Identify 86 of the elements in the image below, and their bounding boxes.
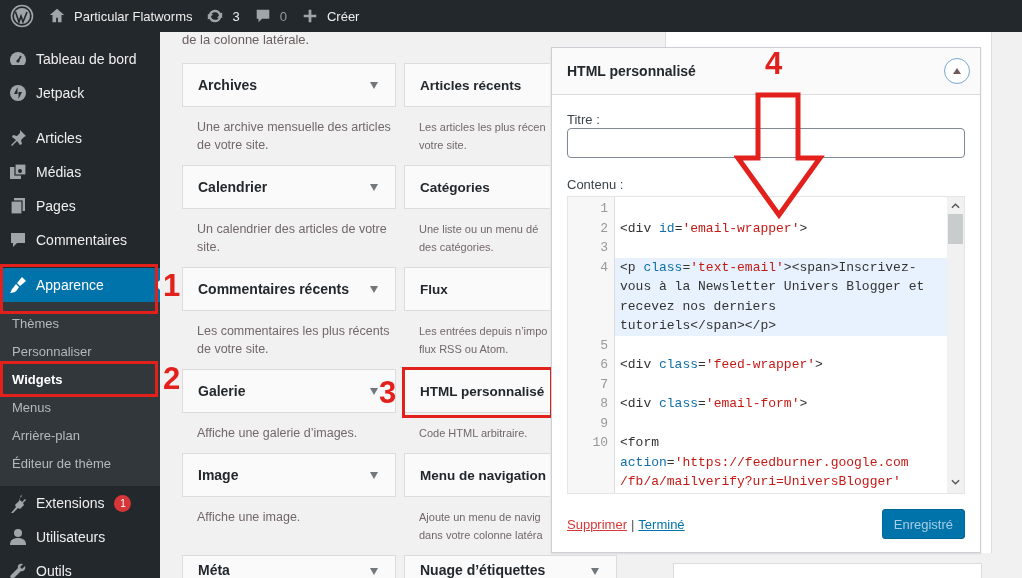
bolt-circle-icon [8, 83, 28, 103]
code-line: <div class='feed-wrapper'> [619, 356, 824, 374]
done-link[interactable]: Terminé [638, 516, 685, 532]
intro-text: de la colonne latérale. [182, 32, 311, 48]
line-number: 5 [599, 336, 609, 355]
pages-icon [8, 196, 28, 216]
field-label: Titre : [567, 112, 601, 128]
widget-card[interactable]: Méta [182, 555, 396, 578]
separator-text: | [630, 516, 635, 532]
widget-description: Une liste ou un menu dé des catégories. [418, 222, 540, 255]
widget-description: Une archive mensuelle des articles de votre site. [196, 119, 392, 154]
line-number: 4 [599, 258, 609, 277]
delete-link[interactable]: Supprimer [567, 516, 627, 532]
menu-item[interactable]: Jetpack [0, 76, 160, 110]
plug-icon [8, 493, 28, 513]
menu-item[interactable]: Tableau de bord [0, 42, 160, 76]
title-input[interactable] [567, 128, 965, 158]
menu-item[interactable]: Commentaires [0, 223, 160, 257]
annotation-number: 2 [163, 363, 181, 395]
annotation-number: 4 [765, 48, 783, 80]
menu-item[interactable]: Apparence [0, 268, 160, 302]
widget-card[interactable]: Archives [182, 63, 396, 107]
widget-description: Ajoute un menu de navig dans votre colonne latéra [418, 510, 544, 543]
refresh-icon [206, 7, 225, 25]
menu-item[interactable]: Utilisateurs [0, 520, 160, 554]
line-number: 1 [599, 200, 609, 218]
widget-card[interactable]: Image [182, 453, 396, 497]
collapse-button[interactable] [944, 58, 970, 84]
user-icon [8, 527, 28, 547]
code-line: <div id='email-wrapper'> [619, 219, 809, 238]
widget-card[interactable]: Menu de navigation [404, 453, 550, 497]
comments-link[interactable]: 0 [253, 7, 287, 25]
widget-description: Code HTML arbitraire. [418, 426, 529, 441]
chevron-up-icon[interactable] [951, 203, 960, 209]
submenu-item[interactable]: Thèmes [0, 309, 160, 337]
widget-description: Les commentaires les plus récents de votre site. [196, 323, 391, 358]
scrollbar-thumb[interactable] [948, 214, 963, 244]
widget-card[interactable]: HTML personnalisé [404, 369, 550, 413]
line-number: 2 [599, 219, 609, 238]
field-label: Contenu : [567, 177, 625, 193]
widget-card[interactable]: Calendrier [182, 165, 396, 209]
line-number: 7 [599, 375, 609, 394]
line-number: 8 [599, 395, 609, 413]
menu-item[interactable]: Extensions 1 [0, 486, 160, 520]
code-line: <form action='https://feedburner.google.com /fb/a/mailverify?uri=UniversBlogger' [619, 434, 910, 491]
updates-link[interactable]: 3 [206, 7, 240, 25]
line-number: 9 [599, 414, 609, 433]
line-number: 6 [599, 356, 609, 374]
count-badge: 1 [114, 494, 132, 512]
submenu-item[interactable]: Personnaliser [0, 337, 160, 365]
code-editor[interactable] [567, 196, 965, 494]
site-link[interactable]: Particular Flatworms [48, 7, 193, 25]
submenu-item[interactable]: Menus [0, 393, 160, 421]
code-line: <div class='email-form'> [619, 395, 809, 413]
annotation-number: 3 [379, 377, 397, 409]
logo-icon[interactable] [10, 4, 34, 28]
submenu-item[interactable]: Widgets [0, 365, 160, 393]
widget-card[interactable]: Catégories [404, 165, 550, 209]
widget-description: Affiche une galerie d’images. [196, 425, 359, 442]
annotation-number: 1 [163, 270, 181, 302]
line-number: 10 [591, 434, 609, 452]
media-icon [8, 162, 28, 182]
widget-card[interactable]: Nuage d’étiquettes [404, 555, 617, 578]
home-icon [48, 7, 66, 25]
widget-description: Les articles les plus récen votre site. [418, 120, 547, 153]
widget-description: Un calendrier des articles de votre site. [196, 221, 388, 256]
widget-card[interactable]: Articles récents [404, 63, 550, 107]
menu-item[interactable]: Médias [0, 155, 160, 189]
widget-description: Affiche une image. [196, 509, 302, 526]
menu-item[interactable]: Articles [0, 121, 160, 155]
line-number: 3 [599, 239, 609, 257]
scrollbar[interactable] [947, 197, 964, 493]
chevron-down-icon[interactable] [951, 479, 960, 485]
submenu-item[interactable]: Éditeur de thème [0, 449, 160, 477]
menu-pointer [155, 280, 160, 290]
widget-description: Les entrées depuis n’impo flux RSS ou Atom. [418, 324, 549, 357]
widget-card[interactable]: Commentaires récents [182, 267, 396, 311]
panel-title: HTML personnalisé [567, 63, 696, 79]
brush-icon [8, 275, 28, 295]
new-link[interactable]: Créer [300, 7, 360, 25]
menu-item[interactable]: Outils [0, 554, 160, 578]
wrench-icon [8, 561, 28, 578]
menu-item[interactable]: Pages [0, 189, 160, 223]
submenu-item[interactable]: Arrière-plan [0, 421, 160, 449]
comment-icon [8, 230, 28, 250]
widget-card[interactable]: Flux [404, 267, 550, 311]
